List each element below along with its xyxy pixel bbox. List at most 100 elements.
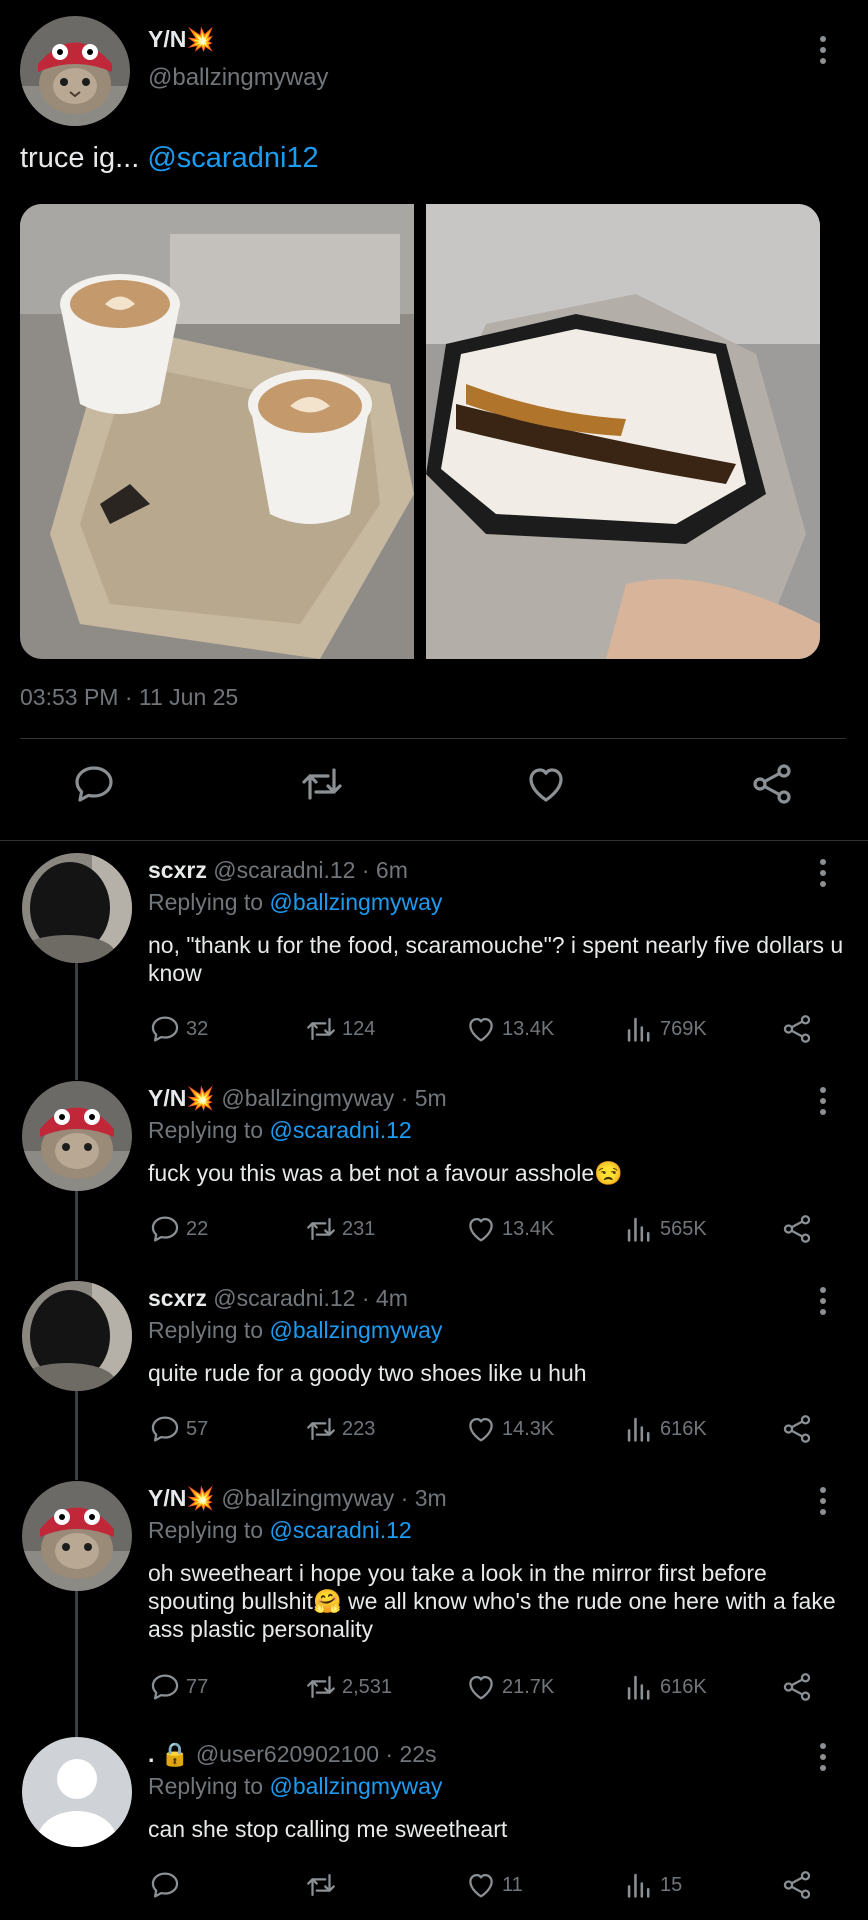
stats-bar: 32 124 13.4K 769K — [148, 1011, 828, 1047]
mention-link[interactable]: @ballzingmyway — [269, 1773, 442, 1799]
cat-avatar-image — [20, 16, 130, 126]
display-name[interactable]: Y/N💥 — [148, 26, 215, 53]
display-name[interactable]: Y/N — [148, 1485, 186, 1511]
reply-icon — [151, 1016, 179, 1042]
retweet-count[interactable]: 223 — [304, 1411, 375, 1447]
reply-icon — [151, 1872, 179, 1898]
retweet-icon — [307, 1217, 335, 1241]
reply-count[interactable]: 57 — [148, 1411, 208, 1447]
share-button[interactable] — [780, 1211, 814, 1247]
display-name[interactable]: scxrz — [148, 1285, 207, 1311]
user-handle[interactable]: @scaradni.12 — [213, 1285, 355, 1311]
like-count[interactable]: 13.4K — [464, 1211, 554, 1247]
retweet-icon — [307, 1675, 335, 1699]
avatar[interactable] — [22, 1481, 132, 1591]
main-post: Y/N💥 @ballzingmyway truce ig... @scaradn… — [0, 0, 868, 840]
reply-tweet: Y/N💥 @ballzingmyway · 3m Replying to @sc… — [0, 1481, 868, 1719]
reply-count[interactable]: 22 — [148, 1211, 208, 1247]
share-button[interactable] — [780, 1669, 814, 1705]
avatar[interactable] — [22, 1281, 132, 1391]
user-handle[interactable]: @scaradni.12 — [213, 857, 355, 883]
name-emoji: 💥 — [186, 1485, 215, 1511]
more-options-icon[interactable] — [817, 1743, 829, 1779]
retweet-count-value: 2,531 — [342, 1675, 393, 1698]
like-icon — [469, 1217, 493, 1242]
mention-link[interactable]: @scaradni.12 — [269, 1517, 411, 1543]
share-icon[interactable] — [748, 760, 796, 808]
replying-to: Replying to @scaradni.12 — [148, 1517, 412, 1544]
retweet-count[interactable]: 124 — [304, 1011, 375, 1047]
reply-count[interactable]: 32 — [148, 1011, 208, 1047]
post-action-bar — [0, 760, 868, 820]
reply-count[interactable] — [148, 1867, 186, 1903]
share-button[interactable] — [780, 1011, 814, 1047]
post-timestamp: 03:53 PM · 11 Jun 25 — [20, 684, 239, 710]
retweet-icon[interactable] — [298, 760, 346, 808]
user-handle[interactable]: @ballzingmyway — [148, 64, 328, 92]
retweet-count[interactable]: 231 — [304, 1211, 375, 1247]
coffee-photo[interactable] — [20, 204, 414, 659]
view-count[interactable]: 565K — [622, 1211, 707, 1247]
reply-time: · 6m — [361, 857, 408, 883]
retweet-count-value: 231 — [342, 1217, 376, 1240]
replying-to: Replying to @ballzingmyway — [148, 1317, 442, 1344]
display-name[interactable]: . — [148, 1741, 154, 1767]
more-options-icon[interactable] — [817, 1087, 829, 1123]
reply-header: scxrz @scaradni.12 · 6m — [148, 857, 408, 884]
like-count[interactable]: 14.3K — [464, 1411, 554, 1447]
stats-bar: 11 15 — [148, 1867, 828, 1903]
like-count[interactable]: 11 — [464, 1867, 523, 1903]
stats-bar: 77 2,531 21.7K 616K — [148, 1669, 828, 1705]
mention-link[interactable]: @scaradni12 — [147, 142, 318, 174]
share-icon — [783, 1015, 811, 1043]
stats-bar: 22 231 13.4K 565K — [148, 1211, 828, 1247]
like-icon — [469, 1873, 493, 1898]
avatar[interactable] — [22, 1737, 132, 1847]
onigiri-photo[interactable] — [426, 204, 820, 659]
avatar[interactable] — [20, 16, 130, 126]
cat-avatar-image — [22, 1081, 132, 1191]
mention-link[interactable]: @ballzingmyway — [269, 1317, 442, 1343]
display-name[interactable]: scxrz — [148, 857, 207, 883]
reply-icon — [151, 1674, 179, 1700]
reply-icon[interactable] — [70, 760, 118, 808]
user-handle[interactable]: @ballzingmyway — [221, 1085, 394, 1111]
view-count[interactable]: 15 — [622, 1867, 682, 1903]
explosion-emoji: 💥 — [186, 26, 215, 52]
reply-header: Y/N💥 @ballzingmyway · 5m — [148, 1085, 447, 1112]
like-count[interactable]: 13.4K — [464, 1011, 554, 1047]
view-count-value: 15 — [660, 1873, 683, 1896]
display-name[interactable]: Y/N — [148, 1085, 186, 1111]
retweet-count[interactable]: 2,531 — [304, 1669, 392, 1705]
replying-to: Replying to @ballzingmyway — [148, 1773, 442, 1800]
user-handle[interactable]: @ballzingmyway — [221, 1485, 394, 1511]
share-button[interactable] — [780, 1867, 814, 1903]
view-count[interactable]: 616K — [622, 1411, 707, 1447]
more-options-icon[interactable] — [817, 36, 829, 72]
share-icon — [783, 1673, 811, 1701]
view-count[interactable]: 769K — [622, 1011, 707, 1047]
replying-label: Replying to — [148, 1117, 264, 1143]
mention-link[interactable]: @scaradni.12 — [269, 1117, 411, 1143]
share-icon — [783, 1215, 811, 1243]
more-options-icon[interactable] — [817, 1287, 829, 1323]
user-handle[interactable]: @user620902100 — [196, 1741, 379, 1767]
more-options-icon[interactable] — [817, 1487, 829, 1523]
mention-link[interactable]: @ballzingmyway — [269, 889, 442, 915]
avatar[interactable] — [22, 1081, 132, 1191]
lock-icon: 🔒 — [160, 1741, 190, 1767]
like-count[interactable]: 21.7K — [464, 1669, 554, 1705]
more-options-icon[interactable] — [817, 859, 829, 895]
default-avatar-icon — [22, 1737, 132, 1847]
like-icon[interactable] — [522, 760, 570, 808]
retweet-icon — [307, 1017, 335, 1041]
retweet-count[interactable] — [304, 1867, 342, 1903]
reply-count[interactable]: 77 — [148, 1669, 208, 1705]
reply-time: · 4m — [361, 1285, 408, 1311]
avatar[interactable] — [22, 853, 132, 963]
replying-label: Replying to — [148, 1773, 264, 1799]
replying-label: Replying to — [148, 1317, 264, 1343]
view-count[interactable]: 616K — [622, 1669, 707, 1705]
views-icon — [627, 1017, 650, 1042]
share-button[interactable] — [780, 1411, 814, 1447]
